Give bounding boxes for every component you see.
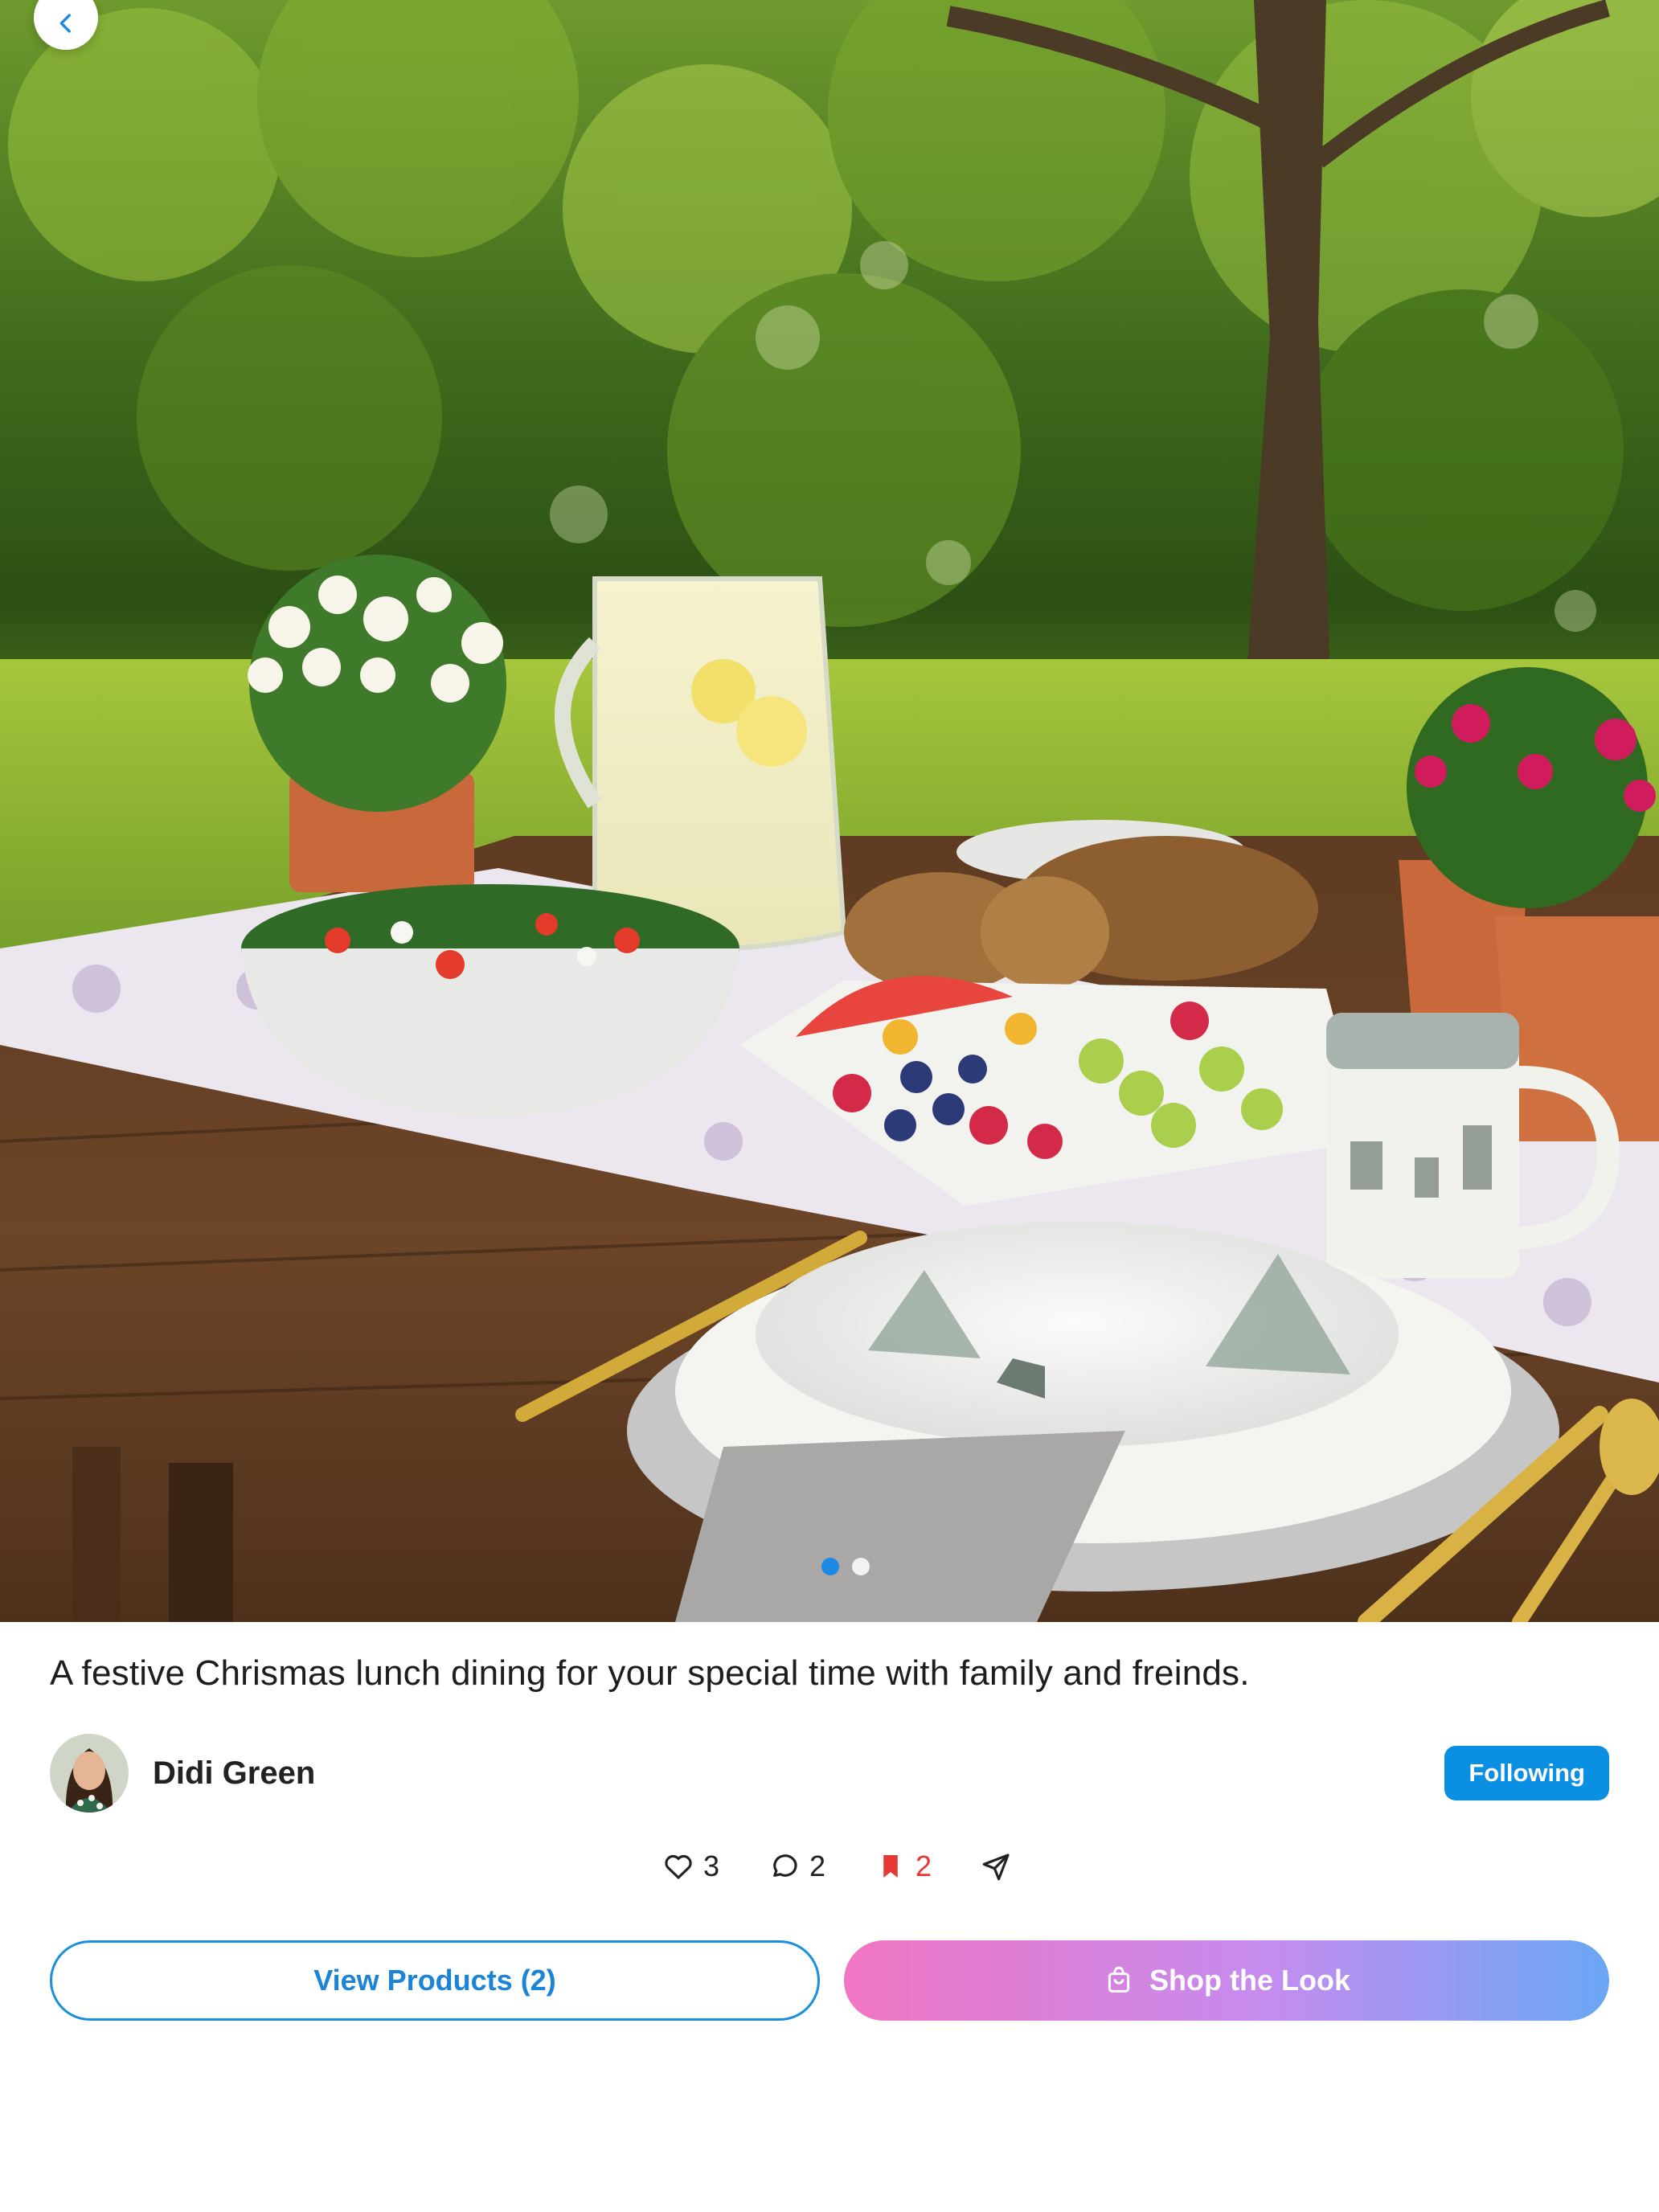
bookmark-icon [883, 1855, 898, 1878]
post-image[interactable] [0, 0, 1659, 1622]
comment-count: 2 [809, 1849, 826, 1882]
save-action[interactable]: 2 [874, 1849, 932, 1883]
author-avatar-image [50, 1734, 129, 1813]
following-button[interactable]: Following [1444, 1746, 1609, 1800]
cta-row: View Products (2) Shop the Look [50, 1940, 1609, 2021]
comment-action[interactable]: 2 [768, 1849, 825, 1883]
avatar[interactable] [50, 1734, 129, 1813]
carousel-indicator [0, 1558, 1659, 1575]
garden-table-photo [0, 0, 1659, 1622]
view-products-button[interactable]: View Products (2) [50, 1940, 820, 2021]
heart-icon [665, 1854, 692, 1879]
save-count: 2 [916, 1849, 932, 1882]
engagement-bar: 3 2 2 [0, 1842, 1659, 1890]
chevron-left-icon [59, 14, 71, 33]
author-name[interactable]: Didi Green [153, 1755, 315, 1792]
post-caption: A festive Chrismas lunch dining for your… [50, 1653, 1250, 1693]
comment-icon [773, 1854, 797, 1877]
carousel-dot[interactable] [852, 1558, 870, 1575]
shop-the-look-button[interactable]: Shop the Look [844, 1940, 1609, 2021]
send-icon [982, 1854, 1010, 1881]
shop-the-look-label: Shop the Look [1149, 1964, 1350, 1997]
share-action[interactable] [980, 1849, 1014, 1883]
shopping-bag-icon [1108, 1966, 1130, 1993]
like-count: 3 [703, 1849, 719, 1882]
author-row: Didi Green Following [50, 1733, 1609, 1813]
carousel-dot-active[interactable] [821, 1558, 839, 1575]
like-action[interactable]: 3 [662, 1849, 719, 1883]
